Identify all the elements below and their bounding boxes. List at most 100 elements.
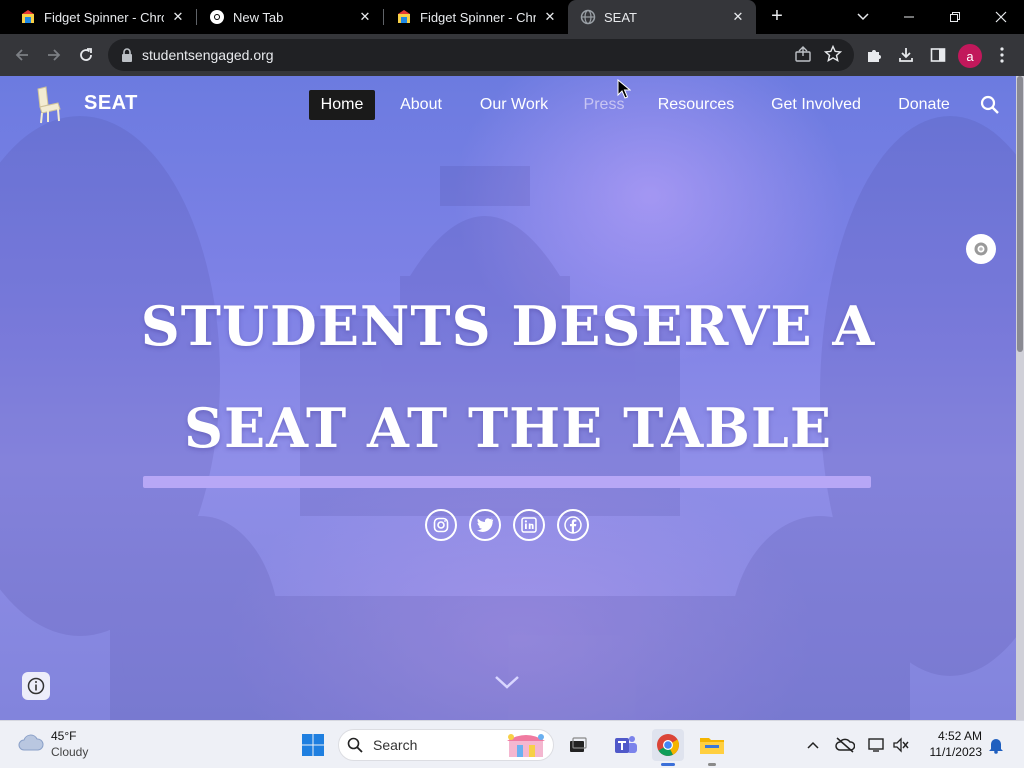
back-button[interactable] xyxy=(10,43,34,67)
puzzle-icon xyxy=(868,50,881,62)
chrome-icon xyxy=(657,734,679,756)
side-panel-icon xyxy=(930,48,946,62)
search-highlight-icon xyxy=(503,731,549,759)
address-bar[interactable]: studentsengaged.org xyxy=(108,39,854,71)
hero-divider-bar xyxy=(143,476,871,488)
task-view-icon xyxy=(570,737,587,752)
clock-date[interactable]: 11/1/2023 xyxy=(924,745,983,759)
arrow-right-icon xyxy=(48,49,61,61)
browser-toolbar: studentsengaged.org xyxy=(0,34,1024,76)
downloads-button[interactable] xyxy=(894,43,918,67)
info-button[interactable] xyxy=(22,672,50,700)
tab-search-button[interactable] xyxy=(840,0,886,34)
scroll-down-chevron-icon[interactable] xyxy=(494,674,520,695)
start-button[interactable] xyxy=(297,729,329,761)
new-tab-button[interactable]: + xyxy=(766,6,788,28)
windows-taskbar: 45°F Cloudy Search 4:52 AM 11/1/2023 xyxy=(0,720,1024,768)
nav-donate[interactable]: Donate xyxy=(886,90,962,120)
tab-title: Fidget Spinner - Chrome xyxy=(44,9,164,25)
extensions-button[interactable] xyxy=(862,43,886,67)
close-icon[interactable]: ✕ xyxy=(542,9,558,25)
browser-tab-strip: Fidget Spinner - Chrome ✕ New Tab ✕ Fidg… xyxy=(0,0,1024,34)
nav-home[interactable]: Home xyxy=(309,90,375,120)
minimize-button[interactable] xyxy=(886,0,932,34)
search-icon xyxy=(347,737,363,753)
hero-heading-line-2: SEAT AT THE TABLE xyxy=(183,396,833,460)
teams-app-button[interactable] xyxy=(610,729,642,761)
tab-fidget-spinner-2[interactable]: Fidget Spinner - Chrome ✕ xyxy=(384,0,568,34)
bounce-house-icon xyxy=(20,9,36,25)
info-icon xyxy=(27,677,45,695)
nav-resources[interactable]: Resources xyxy=(646,90,746,120)
close-icon[interactable]: ✕ xyxy=(730,9,746,25)
url-text: studentsengaged.org xyxy=(142,47,274,63)
reload-icon xyxy=(80,48,92,61)
onedrive-offline-icon[interactable] xyxy=(835,735,855,755)
mouse-cursor-icon xyxy=(617,78,632,104)
chevron-up-icon xyxy=(807,741,819,749)
chrome-menu-button[interactable] xyxy=(990,43,1014,67)
close-icon xyxy=(995,11,1007,23)
site-name[interactable]: SEAT xyxy=(84,92,138,115)
reload-button[interactable] xyxy=(74,43,98,67)
tab-title: New Tab xyxy=(233,9,284,25)
scrollbar-thumb[interactable] xyxy=(1017,76,1023,352)
twitter-icon[interactable] xyxy=(469,509,501,541)
kebab-menu-icon xyxy=(1000,47,1004,63)
arrow-left-icon xyxy=(15,49,28,61)
close-icon[interactable]: ✕ xyxy=(357,9,373,25)
teams-icon xyxy=(615,736,637,753)
side-panel-button[interactable] xyxy=(926,43,950,67)
clock-time[interactable]: 4:52 AM xyxy=(924,729,982,743)
task-view-button[interactable] xyxy=(562,729,594,761)
lock-icon xyxy=(120,48,134,62)
nav-about[interactable]: About xyxy=(388,90,454,120)
weather-temperature[interactable]: 45°F xyxy=(51,729,76,743)
linkedin-icon[interactable] xyxy=(513,509,545,541)
bounce-house-icon xyxy=(396,9,412,25)
minimize-icon xyxy=(904,16,914,18)
open-app-indicator xyxy=(708,763,716,766)
seat-logo-icon[interactable] xyxy=(32,85,64,125)
restore-icon xyxy=(950,12,960,22)
weather-condition[interactable]: Cloudy xyxy=(51,745,88,759)
tab-title: Fidget Spinner - Chrome xyxy=(420,9,536,25)
chrome-app-button[interactable] xyxy=(652,729,684,761)
tab-new-tab[interactable]: New Tab ✕ xyxy=(197,0,383,34)
file-explorer-button[interactable] xyxy=(696,729,728,761)
instagram-icon[interactable] xyxy=(425,509,457,541)
network-icon[interactable] xyxy=(867,735,887,755)
chrome-icon xyxy=(209,9,225,25)
globe-icon xyxy=(580,9,596,25)
close-icon[interactable]: ✕ xyxy=(170,9,186,25)
window-close-button[interactable] xyxy=(978,0,1024,34)
gear-icon xyxy=(974,242,988,256)
page-scrollbar[interactable] xyxy=(1016,76,1024,720)
tab-fidget-spinner-1[interactable]: Fidget Spinner - Chrome ✕ xyxy=(0,0,196,34)
taskbar-search-label: Search xyxy=(373,737,418,753)
profile-avatar[interactable]: a xyxy=(958,44,982,68)
download-icon xyxy=(899,48,913,62)
web-page: SEAT Home About Our Work Press Resources… xyxy=(0,76,1024,720)
show-hidden-icons-button[interactable] xyxy=(803,735,823,755)
nav-get-involved[interactable]: Get Involved xyxy=(758,90,874,120)
forward-button[interactable] xyxy=(42,43,66,67)
nav-our-work[interactable]: Our Work xyxy=(466,90,562,120)
restore-button[interactable] xyxy=(932,0,978,34)
cloud-icon[interactable] xyxy=(18,734,44,757)
windows-logo-icon xyxy=(302,734,324,756)
tab-seat[interactable]: SEAT ✕ xyxy=(568,0,756,34)
taskbar-search-box[interactable]: Search xyxy=(338,729,554,761)
accessibility-gear-button[interactable] xyxy=(966,234,996,264)
share-icon[interactable] xyxy=(794,45,812,68)
volume-muted-icon[interactable] xyxy=(891,735,911,755)
notification-bell-icon[interactable] xyxy=(986,735,1006,755)
tab-title: SEAT xyxy=(604,9,637,25)
search-icon[interactable] xyxy=(980,95,1000,120)
facebook-icon[interactable] xyxy=(557,509,589,541)
hero-heading-line-1: STUDENTS DESERVE A xyxy=(140,294,876,358)
chevron-down-icon xyxy=(857,13,869,21)
bookmark-star-icon[interactable] xyxy=(823,44,843,68)
active-app-indicator xyxy=(661,763,675,766)
folder-icon xyxy=(700,738,724,754)
